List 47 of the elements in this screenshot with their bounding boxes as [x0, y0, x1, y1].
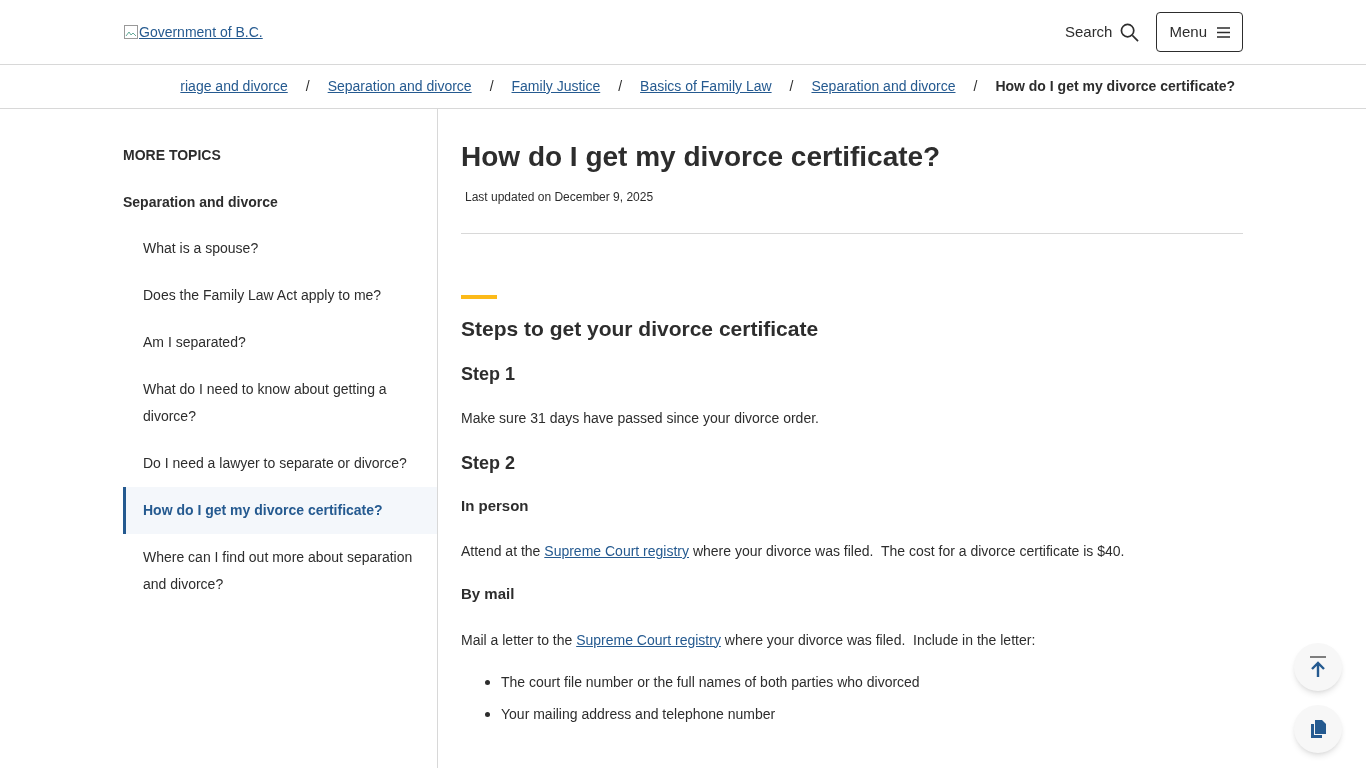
accent-bar: [461, 295, 497, 299]
list-item: Your mailing address and telephone number: [501, 704, 776, 724]
registry-link[interactable]: Supreme Court registry: [544, 543, 689, 559]
last-updated: Last updated on December 9, 2025: [465, 189, 655, 206]
logo-link[interactable]: Government of B.C.: [123, 21, 263, 43]
breadcrumb-link[interactable]: Separation and divorce: [327, 76, 472, 97]
back-to-top-button[interactable]: [1294, 643, 1342, 691]
step-heading: Step 2: [461, 451, 517, 475]
broken-image-icon: [123, 24, 139, 40]
search-button[interactable]: Search: [1064, 20, 1140, 44]
back-to-top-icon: [1309, 656, 1327, 678]
list-item: The court file number or the full names of both parties who divorced: [501, 672, 920, 692]
breadcrumb-separator: /: [618, 77, 623, 96]
method-heading: By mail: [461, 584, 516, 604]
menu-icon: [1217, 26, 1230, 38]
sidebar-item[interactable]: What is a spouse?: [123, 225, 437, 272]
breadcrumb-current: How do I get my divorce certificate?: [995, 77, 1235, 96]
sidebar-section-title: Separation and divorce: [123, 193, 279, 212]
bullet-icon: [485, 711, 490, 717]
sidebar-item[interactable]: Does the Family Law Act apply to me?: [123, 272, 437, 319]
page-title: How do I get my divorce certificate?: [461, 140, 942, 174]
step-heading: Step 1: [461, 362, 517, 386]
paragraph: Make sure 31 days have passed since your divorce order.: [461, 408, 820, 428]
sidebar-heading: MORE TOPICS: [123, 146, 222, 165]
sidebar-item[interactable]: Where can I find out more about separation and divorce?: [123, 534, 437, 608]
search-icon: [1120, 22, 1140, 42]
sidebar-item[interactable]: How do I get my divorce certificate?: [123, 487, 437, 534]
breadcrumb-link[interactable]: Separation and divorce: [811, 76, 956, 97]
method-heading: In person: [461, 495, 530, 516]
menu-button[interactable]: Menu: [1156, 12, 1243, 52]
bullet-icon: [485, 679, 490, 685]
sidebar-item[interactable]: Do I need a lawyer to separate or divorce?: [123, 440, 437, 487]
sidebar-item[interactable]: Am I separated?: [123, 319, 437, 366]
sidebar-item[interactable]: What do I need to know about getting a divorce?: [123, 366, 437, 440]
breadcrumb-link[interactable]: riage and divorce: [180, 76, 288, 97]
copy-button[interactable]: [1294, 705, 1342, 753]
paragraph: Attend at the Supreme Court registry where your divorce was filed. The cost for a divorce certificate is $40.: [461, 542, 1126, 561]
copy-icon: [1310, 720, 1326, 738]
breadcrumb-link[interactable]: Family Justice: [511, 76, 601, 97]
breadcrumb-separator: /: [305, 77, 310, 96]
breadcrumb-separator: /: [489, 77, 494, 96]
breadcrumb-separator: /: [789, 77, 794, 96]
breadcrumb-link[interactable]: Basics of Family Law: [640, 76, 772, 97]
section-title: Steps to get your divorce certificate: [461, 316, 820, 342]
breadcrumb-separator: /: [973, 77, 978, 96]
paragraph: Mail a letter to the Supreme Court registry where your divorce was filed. Include in the letter:: [461, 630, 1037, 650]
registry-link[interactable]: Supreme Court registry: [576, 631, 721, 648]
